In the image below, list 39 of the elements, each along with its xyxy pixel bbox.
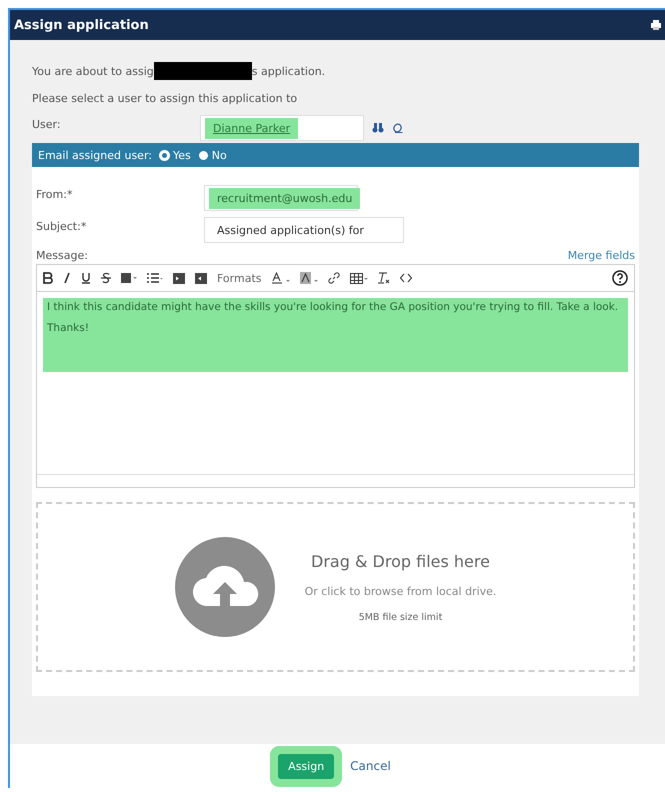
instruction-text: Please select a user to assign this application to xyxy=(32,92,298,105)
bold-icon[interactable] xyxy=(43,272,53,284)
link-icon[interactable] xyxy=(328,272,340,284)
clear-format-icon[interactable] xyxy=(378,272,390,284)
underline-icon[interactable] xyxy=(81,272,91,284)
table-icon[interactable] xyxy=(350,272,368,284)
subject-label: Subject:* xyxy=(36,219,88,233)
drop-title: Drag & Drop files here xyxy=(311,552,490,570)
drop-zone[interactable]: Drag & Drop files here Or click to browse from local drive. 5MB file size limit xyxy=(36,502,635,672)
color-swatch-icon[interactable] xyxy=(121,273,137,283)
email-label: Email assigned user: xyxy=(38,148,152,162)
size-limit-text: 5MB file size limit xyxy=(358,612,442,622)
user-field[interactable]: Dianne Parker xyxy=(200,115,364,141)
assign-button[interactable]: Assign xyxy=(278,754,334,778)
message-text[interactable]: I think this candidate might have the skills you're looking for the GA position you're trying to fill. Take a look. Thanks! xyxy=(43,298,628,372)
help-icon[interactable] xyxy=(612,270,628,286)
window-title: Assign application xyxy=(14,18,149,32)
print-icon[interactable] xyxy=(651,20,661,30)
formats-dropdown[interactable]: Formats xyxy=(217,272,262,284)
drop-hint: Or click to browse from local drive. xyxy=(304,584,496,598)
from-label: From:* xyxy=(36,187,74,201)
code-icon[interactable] xyxy=(400,273,412,283)
indent-icon[interactable] xyxy=(195,272,207,284)
intro-text: s application. xyxy=(252,64,326,78)
outdent-icon[interactable] xyxy=(173,272,185,284)
radio-option[interactable]: No xyxy=(198,148,227,162)
highlight-color-icon[interactable] xyxy=(300,272,318,284)
from-field[interactable]: recruitment@uwosh.edu xyxy=(204,185,358,211)
radio-option[interactable]: Yes xyxy=(160,148,191,162)
intro-text: You are about to assig xyxy=(32,64,154,78)
italic-icon[interactable] xyxy=(63,272,71,284)
cancel-link[interactable]: Cancel xyxy=(344,758,397,774)
strikethrough-icon[interactable] xyxy=(101,272,111,284)
user-label: User: xyxy=(32,117,62,131)
merge-fields-link[interactable]: Merge fields xyxy=(568,249,635,262)
text-color-icon[interactable] xyxy=(272,272,290,284)
message-label: Message: xyxy=(36,249,88,262)
subject-field[interactable]: Assigned application(s) for xyxy=(204,217,404,243)
bullet-list-icon[interactable] xyxy=(147,272,163,284)
